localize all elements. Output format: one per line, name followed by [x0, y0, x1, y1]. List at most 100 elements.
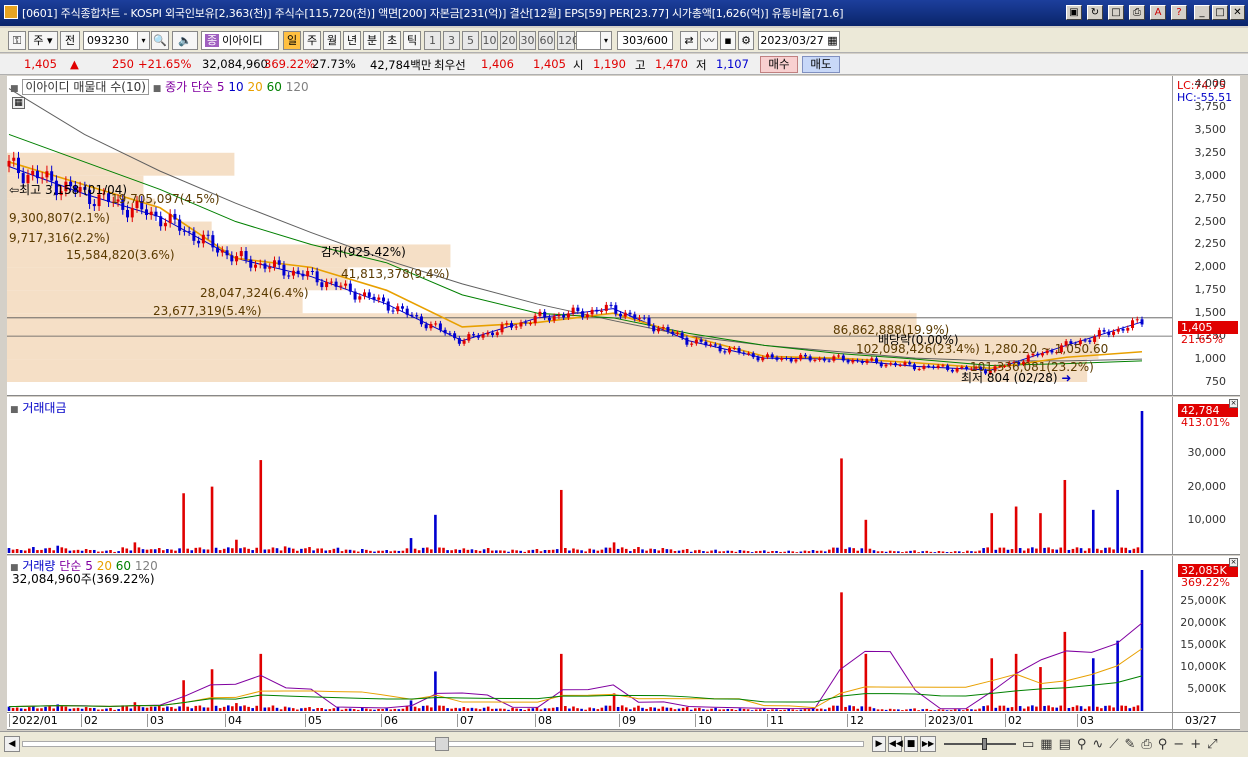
refresh-icon[interactable]: ↻	[1087, 5, 1103, 20]
link-icon[interactable]: ▣	[1066, 5, 1082, 20]
tool-grid-icon[interactable]: ▦	[1040, 737, 1058, 752]
tool-trend-icon[interactable]: ⟋	[1109, 737, 1124, 752]
bar	[803, 550, 807, 553]
candle	[818, 358, 822, 360]
pane-close-icon-2[interactable]: ×	[1229, 558, 1238, 567]
interval-30[interactable]: 30	[519, 31, 536, 50]
bar	[738, 708, 742, 711]
interval-1[interactable]: 1	[424, 31, 441, 50]
bar	[925, 550, 929, 553]
font-icon[interactable]: A	[1150, 5, 1166, 20]
amount-axis[interactable]: 30,000 20,000 10,000 42,784 413.01% ×	[1172, 397, 1240, 555]
interval-3[interactable]: 3	[443, 31, 460, 50]
expand-icon[interactable]: ⤢	[1207, 737, 1223, 752]
print-icon[interactable]: ⎙	[1129, 5, 1145, 20]
scrollbar-thumb[interactable]	[435, 737, 449, 751]
bar	[48, 547, 51, 553]
interval-20[interactable]: 20	[500, 31, 517, 50]
stock-name-field[interactable]: 종 이아이디	[201, 31, 279, 50]
bar	[1035, 548, 1038, 553]
grid-icon[interactable]: ▦	[12, 97, 25, 109]
market-select[interactable]: 주 ▾	[28, 31, 58, 50]
period-month[interactable]: 월	[323, 31, 341, 50]
rewind-icon[interactable]: ◀◀	[888, 736, 903, 752]
bar	[913, 708, 916, 711]
prev-button[interactable]: 전	[60, 31, 80, 50]
volume-pane[interactable]: ■ 거래량 단순 5 20 60 120 32,084,960주(369.22%…	[7, 556, 1172, 713]
sell-button[interactable]: 매도	[802, 56, 840, 73]
maximize-icon[interactable]: □	[1212, 5, 1228, 20]
tool-pin-icon[interactable]: ⚲	[1077, 737, 1093, 752]
bar	[754, 551, 758, 553]
volume-ma-line	[8, 675, 1143, 708]
save-icon[interactable]: ▪	[720, 31, 736, 50]
amount-pane[interactable]: ■ 거래대금	[7, 397, 1172, 555]
tool-box-icon[interactable]: ▭	[1022, 737, 1040, 752]
bar	[7, 548, 11, 553]
lock-icon[interactable]: ⚿	[8, 31, 26, 50]
interval-10[interactable]: 10	[481, 31, 498, 50]
window-icon[interactable]: □	[1108, 5, 1124, 20]
speaker-icon[interactable]: 🔈	[172, 31, 198, 50]
arrow-icon[interactable]: ⇄	[680, 31, 698, 50]
close-icon[interactable]: ✕	[1230, 5, 1245, 20]
zoom-slider[interactable]	[944, 738, 1016, 750]
code-dropdown-icon[interactable]: ▾	[137, 31, 150, 50]
bar	[352, 709, 356, 711]
zoom-icon[interactable]: ⚲	[1158, 737, 1174, 752]
interval-5[interactable]: 5	[462, 31, 479, 50]
drawing-tools[interactable]: ▭▦▤⚲∿⟋✎⎙⚲−+⤢	[1022, 737, 1224, 752]
candle	[16, 157, 20, 174]
scrollbar-track[interactable]	[22, 737, 864, 751]
period-tick[interactable]: 틱	[403, 31, 421, 50]
date-field[interactable]: 2023/03/27 ▦	[758, 31, 840, 50]
buy-button[interactable]: 매수	[760, 56, 798, 73]
bar	[1002, 547, 1006, 553]
interval-dropdown-icon[interactable]: ▾	[600, 31, 612, 50]
bar	[596, 709, 600, 711]
period-year[interactable]: 년	[343, 31, 361, 50]
bar	[1014, 653, 1018, 711]
zoom-out-icon[interactable]: −	[1173, 737, 1190, 752]
gear-icon[interactable]: ⚙	[738, 31, 754, 50]
play-icon[interactable]: ▶	[872, 736, 886, 752]
bar	[929, 551, 933, 553]
tool-draw-icon[interactable]: ✎	[1124, 737, 1141, 752]
count-field[interactable]: 303/600	[617, 31, 673, 50]
price-axis[interactable]: LC:74.75 HC:-55.51 4,000 3,750 3,500 3,250 3…	[1172, 76, 1240, 396]
bar	[141, 707, 145, 711]
scroll-left-icon[interactable]: ◀	[4, 736, 20, 752]
price-pane-title[interactable]: 이아이디 매물대 수(10)	[22, 79, 149, 95]
bar	[994, 707, 998, 711]
bar	[312, 709, 315, 711]
interval-120[interactable]: 120	[557, 31, 579, 50]
chart-tool-icon[interactable]: 〰	[700, 31, 718, 50]
price-pane[interactable]: ■ 이아이디 매물대 수(10) ■ 종가 단순 5 10 20 60 120 …	[7, 76, 1172, 396]
bar	[844, 548, 847, 553]
help-icon[interactable]: ?	[1171, 5, 1187, 20]
bar	[986, 705, 989, 711]
bar	[673, 709, 677, 711]
zoom-in-icon[interactable]: +	[1190, 737, 1207, 752]
stop-icon[interactable]: ■	[904, 736, 918, 752]
candle	[543, 311, 547, 318]
tool-wave-icon[interactable]: ∿	[1092, 737, 1109, 752]
minimize-icon[interactable]: _	[1194, 5, 1210, 20]
zoom-slider-handle[interactable]	[982, 738, 987, 750]
pane-close-icon[interactable]: ×	[1229, 399, 1238, 408]
tool-print-icon[interactable]: ⎙	[1141, 737, 1157, 752]
bar	[897, 709, 900, 711]
period-second[interactable]: 초	[383, 31, 401, 50]
fast-forward-icon[interactable]: ▶▶	[920, 736, 936, 752]
period-minute[interactable]: 분	[363, 31, 381, 50]
search-icon[interactable]: 🔍	[151, 31, 169, 50]
bar	[864, 519, 868, 553]
period-day[interactable]: 일	[283, 31, 301, 50]
tool-layout-icon[interactable]: ▤	[1059, 737, 1077, 752]
interval-60[interactable]: 60	[538, 31, 555, 50]
bar	[584, 551, 587, 553]
volume-axis[interactable]: 25,000K 20,000K 15,000K 10,000K 5,000K 32,08…	[1172, 556, 1240, 713]
candle	[92, 203, 96, 207]
period-week[interactable]: 주	[303, 31, 321, 50]
bar	[149, 706, 153, 711]
